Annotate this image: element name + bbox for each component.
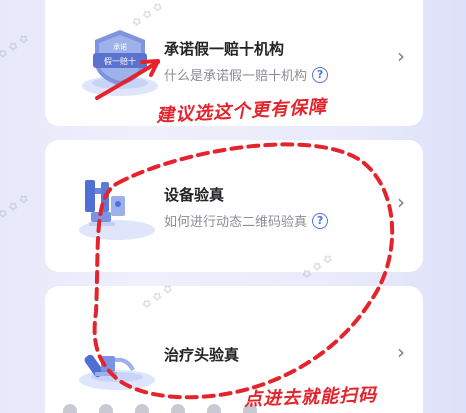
badge-top-text: 承诺 — [113, 42, 127, 51]
treatment-head-icon — [75, 316, 165, 396]
guarantee-badge-icon: 承诺 假一赔十 — [75, 20, 165, 100]
item-title: 承诺假一赔十机构 — [164, 40, 285, 58]
device-icon — [75, 168, 165, 248]
help-icon[interactable]: ? — [312, 212, 329, 229]
item-title: 治疗头验真 — [164, 346, 240, 364]
item-subtitle-row[interactable]: 如何进行动态二维码验真 ? — [164, 211, 329, 230]
help-icon[interactable]: ? — [312, 66, 329, 83]
badge-main-text: 假一赔十 — [104, 56, 136, 66]
item-title: 设备验真 — [164, 186, 225, 204]
chevron-right-icon: › — [397, 340, 405, 364]
watermark: ✿ ✿ ✿ — [0, 31, 32, 62]
item-subtitle: 什么是承诺假一赔十机构 — [164, 69, 308, 84]
verify-card-device[interactable]: 设备验真 如何进行动态二维码验真 ? › — [45, 140, 423, 272]
item-subtitle-row[interactable]: 什么是承诺假一赔十机构 ? — [164, 65, 329, 84]
chevron-right-icon: › — [397, 190, 405, 214]
annotation-note-scan: 点进去就能扫码 — [243, 384, 378, 411]
item-subtitle: 如何进行动态二维码验真 — [164, 215, 308, 230]
watermark: ✿ ✿ ✿ — [0, 191, 32, 222]
chevron-right-icon: › — [397, 44, 405, 68]
